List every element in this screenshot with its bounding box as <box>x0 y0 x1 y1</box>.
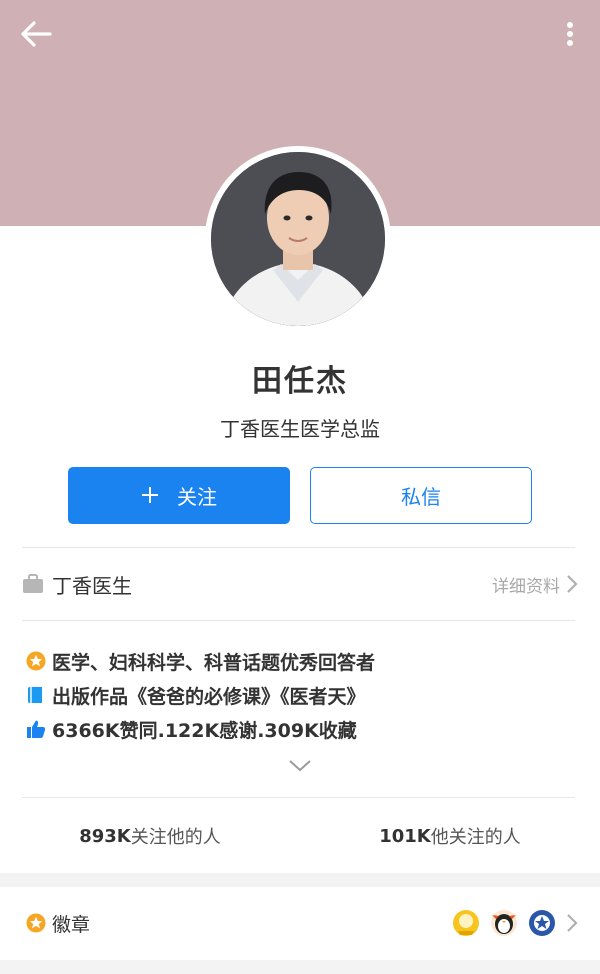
badges-row[interactable]: 徽章 <box>26 895 578 951</box>
penguin-icon <box>491 910 517 936</box>
follow-button-label: 关注 <box>177 485 217 509</box>
list-item[interactable]: 出版作品《爸爸的必修课》《医者天》 <box>26 678 576 712</box>
profile-name: 田任杰 <box>252 364 348 399</box>
following-label: 他关注的人 <box>430 827 521 848</box>
avatar-photo <box>211 152 385 326</box>
chevron-down-icon[interactable] <box>288 756 312 776</box>
following-count: 101K <box>379 825 431 847</box>
arrow-left-icon <box>21 21 52 47</box>
section-separator <box>0 873 600 887</box>
gold-medal-icon <box>453 910 479 936</box>
list-item: 医学、妇科科学、科普话题优秀回答者 <box>26 644 576 678</box>
detail-link-label: 详细资料 <box>492 576 560 597</box>
organization-row[interactable]: 丁香医生 详细资料 <box>22 548 578 620</box>
badge-list <box>452 909 578 937</box>
divider <box>22 620 575 621</box>
detail-link[interactable]: 详细资料 <box>492 572 578 597</box>
highlight-text: 医学、妇科科学、科普话题优秀回答者 <box>52 651 376 674</box>
blue-emblem-icon <box>529 910 555 936</box>
list-item: 6366K赞同.122K感谢.309K收藏 <box>26 712 576 746</box>
badges-label: 徽章 <box>52 913 91 936</box>
chevron-right-icon <box>567 575 578 593</box>
profile-title: 丁香医生医学总监 <box>220 417 380 441</box>
avatar[interactable] <box>211 152 385 326</box>
highlight-text: 出版作品《爸爸的必修课》《医者天》 <box>52 685 366 708</box>
back-button[interactable] <box>16 14 56 54</box>
organization-name: 丁香医生 <box>52 573 132 598</box>
following-stat[interactable]: 101K 他关注的人 <box>300 800 600 872</box>
follow-stats: 893K 关注他的人 101K 他关注的人 <box>0 800 600 872</box>
highlight-text: 6366K赞同.122K感谢.309K收藏 <box>52 719 357 742</box>
thumbs-up-icon <box>26 719 46 739</box>
briefcase-icon <box>23 574 43 593</box>
star-badge-icon <box>26 651 46 671</box>
message-button[interactable]: 私信 <box>310 467 532 524</box>
followers-stat[interactable]: 893K 关注他的人 <box>0 800 300 872</box>
avatar-frame <box>205 146 391 332</box>
plus-icon <box>141 483 159 509</box>
section-separator <box>0 960 600 974</box>
more-vertical-icon <box>567 22 573 46</box>
chevron-right-icon <box>567 914 578 932</box>
star-badge-icon <box>26 913 46 933</box>
divider <box>22 797 575 798</box>
follow-button[interactable]: 关注 <box>68 467 290 524</box>
highlights-list: 医学、妇科科学、科普话题优秀回答者 出版作品《爸爸的必修课》《医者天》 6366… <box>26 644 576 746</box>
followers-label: 关注他的人 <box>130 827 221 848</box>
message-button-label: 私信 <box>401 485 441 509</box>
more-button[interactable] <box>558 14 582 54</box>
followers-count: 893K <box>79 825 131 847</box>
book-icon <box>26 685 46 705</box>
